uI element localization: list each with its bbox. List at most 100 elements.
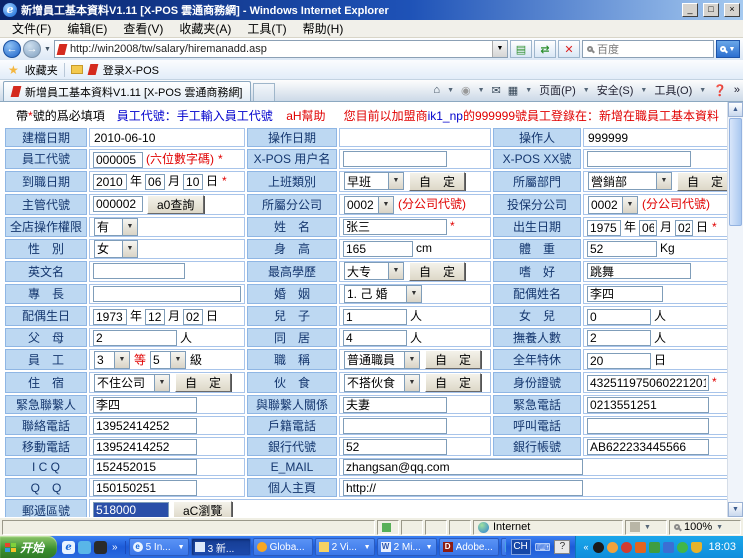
help-link[interactable]: aH幫助 xyxy=(286,107,325,124)
search-button[interactable]: ▼ xyxy=(716,40,740,58)
page-menu[interactable]: 页面(P) xyxy=(539,82,576,98)
form-input[interactable] xyxy=(93,196,143,212)
form-select[interactable]: 不搭伙食▼ xyxy=(344,374,420,392)
form-button[interactable]: aC瀏覽 xyxy=(173,501,232,517)
form-select[interactable]: 普通職員▼ xyxy=(344,351,420,369)
zoom-control[interactable]: 100% ▼ xyxy=(669,520,741,535)
search-placeholder[interactable]: 百度 xyxy=(597,41,709,57)
feeds-dropdown-icon[interactable]: ▼ xyxy=(478,87,485,94)
qq-icon[interactable] xyxy=(94,541,107,554)
minimize-button[interactable]: _ xyxy=(682,3,698,17)
help-icon[interactable]: ❓ xyxy=(713,84,727,97)
form-input[interactable] xyxy=(343,151,447,167)
form-input[interactable] xyxy=(587,151,691,167)
form-input[interactable] xyxy=(343,459,583,475)
safety-dropdown-icon[interactable]: ▼ xyxy=(640,87,647,94)
form-input[interactable] xyxy=(343,439,447,455)
form-input[interactable] xyxy=(93,152,143,168)
compatibility-button[interactable]: ▤ xyxy=(510,40,532,58)
form-select[interactable]: 1. 己 婚▼ xyxy=(344,285,422,303)
ie-icon[interactable]: e xyxy=(62,541,75,554)
shield-icon[interactable] xyxy=(691,542,702,553)
update-icon[interactable] xyxy=(677,542,688,553)
form-input[interactable] xyxy=(639,220,657,236)
quick-launch-overflow-chevron[interactable]: » xyxy=(110,542,120,553)
form-input[interactable] xyxy=(675,220,693,236)
form-input[interactable] xyxy=(93,174,127,190)
form-input[interactable] xyxy=(587,375,709,391)
form-input[interactable] xyxy=(93,263,185,279)
page-dropdown-icon[interactable]: ▼ xyxy=(583,87,590,94)
form-input[interactable] xyxy=(587,418,709,434)
form-button[interactable]: 自 定 xyxy=(175,373,231,392)
red-icon[interactable] xyxy=(621,542,632,553)
form-select[interactable]: 大专▼ xyxy=(344,262,404,280)
form-input[interactable] xyxy=(93,286,241,302)
form-button[interactable]: 自 定 xyxy=(425,373,481,392)
menu-item[interactable]: 查看(V) xyxy=(115,19,171,38)
network-icon[interactable] xyxy=(663,542,674,553)
form-input[interactable] xyxy=(587,286,663,302)
form-input[interactable] xyxy=(343,330,407,346)
form-input[interactable] xyxy=(343,219,447,235)
taskbar-button[interactable]: 2 Vi...▼ xyxy=(315,538,375,556)
maximize-button[interactable]: □ xyxy=(703,3,719,17)
menu-item[interactable]: 编辑(E) xyxy=(59,19,115,38)
form-select[interactable]: 5▼ xyxy=(150,351,186,369)
form-input[interactable] xyxy=(587,263,691,279)
mail-icon[interactable]: ✉ xyxy=(492,84,501,97)
language-indicator[interactable]: CH xyxy=(511,539,531,555)
form-input[interactable] xyxy=(93,418,197,434)
form-select[interactable]: 不住公司▼ xyxy=(94,374,170,392)
home-dropdown-icon[interactable]: ▼ xyxy=(447,87,454,94)
form-button[interactable]: 自 定 xyxy=(677,172,733,191)
form-input[interactable] xyxy=(183,309,203,325)
form-input[interactable] xyxy=(587,439,709,455)
feeds-icon[interactable]: ◉ xyxy=(461,84,471,97)
form-input[interactable] xyxy=(587,397,709,413)
close-button[interactable]: × xyxy=(724,3,740,17)
form-input[interactable] xyxy=(93,502,169,517)
form-input[interactable] xyxy=(93,397,197,413)
favorites-label[interactable]: 收藏夹 xyxy=(25,62,58,78)
form-input[interactable] xyxy=(145,309,165,325)
menu-item[interactable]: 收藏夹(A) xyxy=(171,19,239,38)
print-icon[interactable]: ▦ xyxy=(508,84,518,97)
taskbar-button[interactable]: DAdobe... xyxy=(439,538,499,556)
address-bar[interactable]: http://win2008/tw/salary/hiremanadd.asp … xyxy=(54,40,508,58)
form-input[interactable] xyxy=(587,309,651,325)
form-select[interactable]: 有▼ xyxy=(94,218,138,236)
form-button[interactable]: a0查詢 xyxy=(147,195,204,214)
language-help-icon[interactable]: ? xyxy=(554,540,570,554)
form-input[interactable] xyxy=(93,439,197,455)
form-input[interactable] xyxy=(587,220,621,236)
chart-icon[interactable] xyxy=(649,542,660,553)
taskbar-button[interactable]: Globa... xyxy=(253,538,313,556)
scrollbar-thumb[interactable] xyxy=(729,118,742,226)
search-options-dropdown-icon[interactable]: ▼ xyxy=(728,46,737,53)
tools-menu[interactable]: 工具(O) xyxy=(654,82,692,98)
home-icon[interactable]: ⌂ xyxy=(433,84,440,96)
search-input[interactable]: 百度 xyxy=(582,40,714,58)
tab-employee-form[interactable]: 新增員工基本資料V1.11 [X-POS 雲通商務網] xyxy=(3,81,251,101)
menu-item[interactable]: 帮助(H) xyxy=(295,19,352,38)
form-button[interactable]: 自 定 xyxy=(409,172,465,191)
vertical-scrollbar[interactable]: ▲ ▼ xyxy=(727,102,743,517)
favorites-link-xpos[interactable]: 登录X-POS xyxy=(103,62,159,78)
form-input[interactable] xyxy=(93,480,197,496)
form-input[interactable] xyxy=(343,480,583,496)
command-overflow-chevron[interactable]: » xyxy=(734,84,740,96)
tray-overflow-chevron[interactable]: « xyxy=(581,542,590,552)
qq-icon[interactable] xyxy=(607,542,618,553)
messenger-icon[interactable] xyxy=(78,541,91,554)
taskbar-button[interactable]: e5 In...▼ xyxy=(129,538,189,556)
form-input[interactable] xyxy=(343,309,407,325)
tools-dropdown-icon[interactable]: ▼ xyxy=(699,87,706,94)
form-select[interactable]: 女▼ xyxy=(94,240,138,258)
safety-menu[interactable]: 安全(S) xyxy=(597,82,634,98)
form-select[interactable]: 0002▼ xyxy=(344,196,394,214)
form-input[interactable] xyxy=(93,309,127,325)
menu-item[interactable]: 文件(F) xyxy=(4,19,59,38)
fox-icon[interactable] xyxy=(635,542,646,553)
form-input[interactable] xyxy=(343,241,413,257)
